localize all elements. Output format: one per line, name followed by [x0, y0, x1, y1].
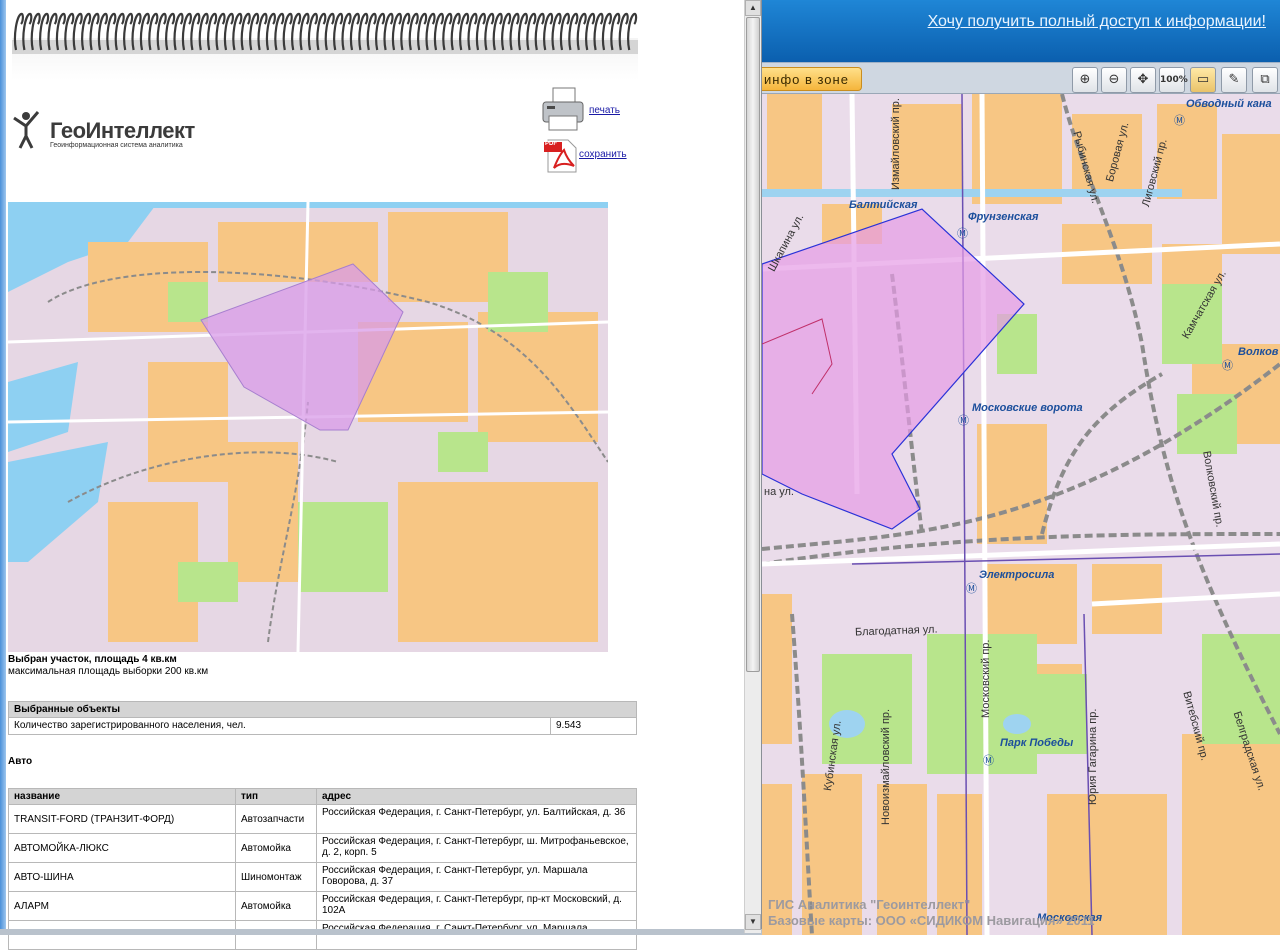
- ruler-icon[interactable]: ▭: [1190, 67, 1216, 93]
- metro-icon: Ⓜ: [1222, 360, 1233, 372]
- cell-type: Автозапчасти: [235, 804, 317, 834]
- max-area-text: максимальная площадь выборки 200 кв.км: [8, 666, 209, 677]
- fullscreen-icon[interactable]: ⧉: [1252, 67, 1278, 93]
- cell-type: Шиномонтаж: [235, 862, 317, 892]
- zoom-out-icon[interactable]: ⊖: [1101, 67, 1127, 93]
- cell-address: Российская Федерация, г. Санкт-Петербург…: [316, 891, 637, 921]
- scroll-down-arrow-icon[interactable]: ▼: [745, 914, 761, 930]
- street-label: Юрия Гагарина пр.: [1087, 708, 1099, 805]
- metro-icon: Ⓜ: [966, 583, 977, 595]
- zoom-100-icon[interactable]: 100%: [1159, 67, 1188, 93]
- cell-address: Российская Федерация, г. Санкт-Петербург…: [316, 920, 637, 950]
- section-heading-auto: Авто: [8, 756, 33, 767]
- cell-name: TRANSIT-FORD (ТРАНЗИТ-ФОРД): [8, 804, 236, 834]
- table-row: АВТО-ШИНА Шиномонтаж Российская Федераци…: [8, 862, 637, 892]
- station-label: Фрунзенская: [968, 211, 1039, 223]
- station-label: Волков: [1238, 346, 1279, 358]
- logo-title: ГеоИнтеллект: [50, 118, 195, 143]
- table-row: Количество зарегистрированного населения…: [8, 717, 637, 735]
- map-toolbar: инфо в зоне ⊕ ⊖ ✥ 100% ▭ ✎ ⧉: [762, 62, 1280, 94]
- table-cell-value: 9.543: [550, 717, 637, 735]
- station-label: Обводный кана: [1186, 98, 1272, 110]
- printer-icon[interactable]: [541, 86, 585, 134]
- full-access-link[interactable]: Хочу получить полный доступ к информации…: [928, 13, 1266, 31]
- station-label: Балтийская: [849, 199, 918, 211]
- print-link[interactable]: печать: [589, 105, 620, 116]
- station-label: Электросила: [979, 569, 1055, 581]
- scroll-up-arrow-icon[interactable]: ▲: [745, 0, 761, 16]
- map-application: Хочу получить полный доступ к информации…: [762, 0, 1280, 935]
- brush-icon[interactable]: ✎: [1221, 67, 1247, 93]
- station-label: Парк Победы: [1000, 737, 1074, 749]
- cell-type: [235, 920, 317, 950]
- street-label: Московский пр.: [980, 639, 992, 718]
- metro-icon: Ⓜ: [1174, 115, 1185, 127]
- selected-objects-table: Выбранные объекты Количество зарегистрир…: [8, 701, 637, 735]
- credits-line: Базовые карты: ООО «СИДИКОМ Навигация» 2…: [768, 913, 1095, 928]
- street-label: Измайловский пр.: [890, 98, 902, 190]
- column-header-type: тип: [235, 788, 317, 805]
- metro-icon: Ⓜ: [983, 755, 994, 767]
- street-label: Новоизмайловский пр.: [880, 708, 892, 825]
- window-bottom-frame: [0, 929, 762, 935]
- table-row: TRANSIT-FORD (ТРАНЗИТ-ФОРД) Автозапчасти…: [8, 804, 637, 834]
- table-header-row: название тип адрес: [8, 788, 637, 805]
- station-label: Московские ворота: [972, 402, 1083, 414]
- scroll-thumb[interactable]: [746, 17, 760, 672]
- table-header: Выбранные объекты: [8, 701, 637, 718]
- column-header-name: название: [8, 788, 236, 805]
- report-window: ГеоИнтеллект Геоинформационная система а…: [0, 0, 762, 950]
- cell-name: [8, 920, 236, 950]
- cell-name: АВТО-ШИНА: [8, 862, 236, 892]
- pan-icon[interactable]: ✥: [1130, 67, 1156, 93]
- cell-type: Автомойка: [235, 891, 317, 921]
- metro-icon: Ⓜ: [958, 415, 969, 427]
- credits-line: ГИС Аналитика "Геоинтеллект": [768, 897, 971, 912]
- logo-figure-icon: [13, 111, 40, 149]
- notebook-spiral-decoration: [12, 12, 638, 80]
- table-row: АЛАРМ Автомойка Российская Федерация, г.…: [8, 891, 637, 921]
- table-row: АВТОМОЙКА-ЛЮКС Автомойка Российская Феде…: [8, 833, 637, 863]
- pdf-badge: PDF: [545, 141, 557, 147]
- table-row: Российская Федерация, г. Санкт-Петербург…: [8, 920, 637, 950]
- cell-name: АВТОМОЙКА-ЛЮКС: [8, 833, 236, 863]
- selected-area-text: Выбран участок, площадь 4 кв.км: [8, 654, 177, 665]
- cell-name: АЛАРМ: [8, 891, 236, 921]
- map-credits: ГИС Аналитика "Геоинтеллект" Базовые кар…: [768, 897, 1095, 929]
- top-banner: Хочу получить полный доступ к информации…: [762, 0, 1280, 62]
- metro-icon: Ⓜ: [957, 228, 968, 240]
- cell-address: Российская Федерация, г. Санкт-Петербург…: [316, 833, 637, 863]
- save-link[interactable]: сохранить: [579, 149, 627, 160]
- table-cell-label: Количество зарегистрированного населения…: [8, 717, 551, 735]
- cell-address: Российская Федерация, г. Санкт-Петербург…: [316, 862, 637, 892]
- zoom-in-icon[interactable]: ⊕: [1072, 67, 1098, 93]
- street-label: на ул.: [764, 486, 794, 498]
- column-header-address: адрес: [316, 788, 637, 805]
- info-in-zone-button[interactable]: инфо в зоне: [762, 67, 862, 91]
- window-frame: [0, 0, 6, 935]
- table-header-row: Выбранные объекты: [8, 701, 637, 718]
- cell-type: Автомойка: [235, 833, 317, 863]
- cell-address: Российская Федерация, г. Санкт-Петербург…: [316, 804, 637, 834]
- report-map-snapshot: [8, 202, 608, 652]
- geointellect-logo: ГеоИнтеллект Геоинформационная система а…: [12, 108, 212, 152]
- auto-objects-table: название тип адрес TRANSIT-FORD (ТРАНЗИТ…: [8, 788, 637, 950]
- logo-subtitle: Геоинформационная система аналитика: [50, 142, 183, 149]
- report-scrollbar[interactable]: ▲ ▼: [744, 0, 761, 933]
